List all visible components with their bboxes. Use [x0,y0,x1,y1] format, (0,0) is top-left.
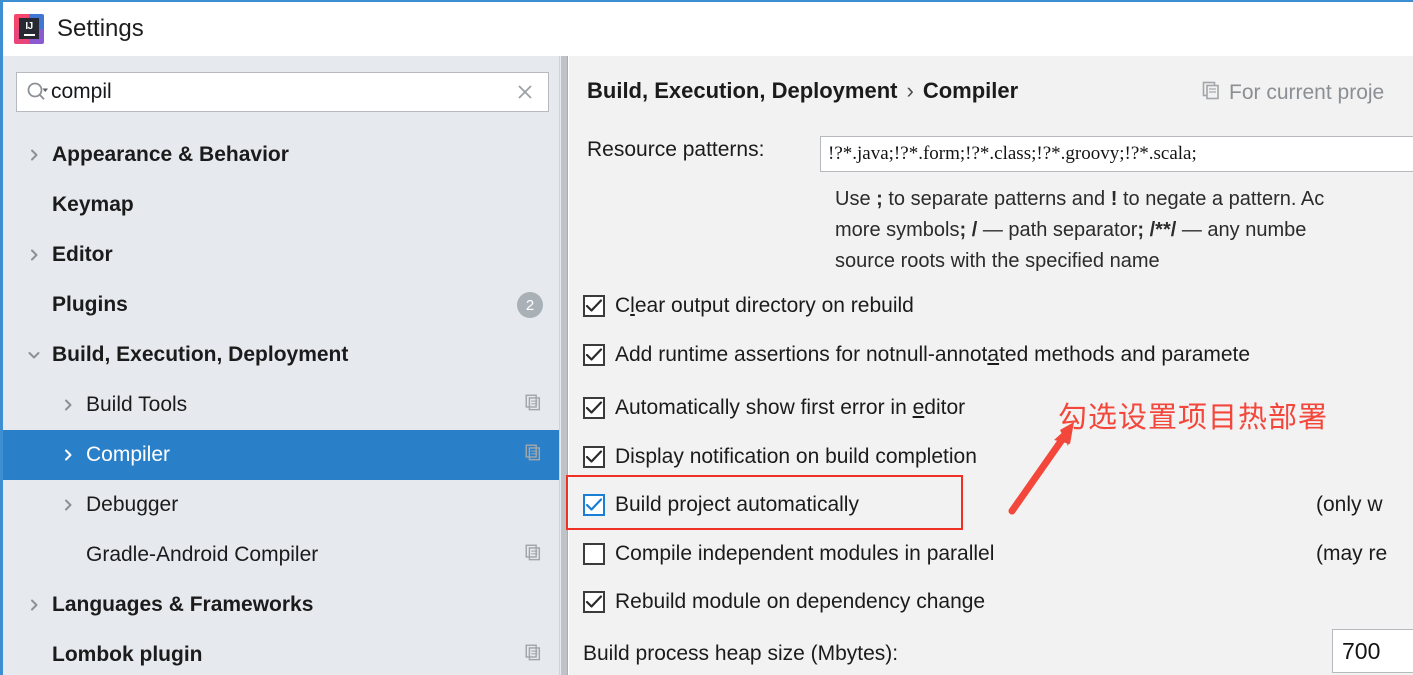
chevron-right-icon[interactable] [59,396,77,414]
chevron-right-icon[interactable] [59,446,77,464]
settings-tree: Appearance & Behavior Keymap Editor Plugins… [3,130,559,675]
heap-size-label: Build process heap size (Mbytes): [583,642,899,665]
copy-icon[interactable] [524,393,542,417]
panel-splitter[interactable] [559,56,568,675]
twisty-placeholder [25,296,43,314]
chevron-right-icon[interactable] [25,596,43,614]
for-current-project-label: For current proje [1201,80,1384,106]
checkbox-label: Rebuild module on dependency change [615,590,986,613]
sidebar-item-label: Build, Execution, Deployment [52,343,349,366]
sidebar-item-appearance-behavior[interactable]: Appearance & Behavior [3,130,559,180]
checkbox-checked-icon[interactable] [583,494,605,516]
sidebar-item-label: Editor [52,243,113,266]
checkbox-unchecked-icon[interactable] [583,543,605,565]
checkbox-label: Add runtime assertions for notnull-annot… [615,343,1251,366]
sidebar-item-label: Appearance & Behavior [52,143,289,166]
checkbox-checked-icon[interactable] [583,397,605,419]
checkbox-label: Automatically show first error in editor [615,396,966,419]
sidebar-item-lombok-plugin[interactable]: Lombok plugin [3,630,559,675]
resource-patterns-label: Resource patterns: [587,138,765,161]
checkbox-label: Compile independent modules in parallel [615,542,995,565]
heap-size-value: 700 [1342,637,1381,664]
settings-sidebar: compil Appearance & Behavior Keymap Editor… [3,56,559,675]
hint-line: more symbols; / — path separator; /**/ —… [835,219,1307,241]
sidebar-item-label: Lombok plugin [52,643,203,666]
checkbox-label: Display notification on build completion [615,445,977,468]
checkbox-build-project-automatically[interactable]: Build project automatically [583,493,859,517]
checkbox-checked-icon[interactable] [583,446,605,468]
checkbox-note: (may re [1316,542,1388,565]
checkbox-label: Build project automatically [615,493,859,516]
annotation-text: 勾选设置项目热部署 [1058,400,1329,434]
breadcrumb-root[interactable]: Build, Execution, Deployment [587,78,897,103]
checkbox-checked-icon[interactable] [583,295,605,317]
chevron-down-icon[interactable] [25,346,43,364]
logo-letters: IJ [25,20,33,32]
sidebar-item-keymap[interactable]: Keymap [3,180,559,230]
hint-line: Use ; to separate patterns and ! to nega… [835,188,1325,210]
checkbox-rebuild-module-on-dependency-change[interactable]: Rebuild module on dependency change [583,590,985,614]
settings-window: IJ Settings compil Appearance & Behavior… [0,0,1413,675]
sidebar-item-label: Languages & Frameworks [52,593,314,616]
checkbox-display-notification-on-build-completion[interactable]: Display notification on build completion [583,445,977,469]
sidebar-item-label: Keymap [52,193,134,216]
chevron-right-icon[interactable] [25,246,43,264]
checkbox-checked-icon[interactable] [583,344,605,366]
checkbox-note: (only w [1316,493,1383,516]
copy-icon[interactable] [524,643,542,667]
sidebar-item-badge: 2 [517,292,543,318]
twisty-placeholder [25,196,43,214]
sidebar-item-label: Gradle-Android Compiler [86,543,319,566]
window-title: Settings [57,15,144,42]
checkbox-automatically-show-first-error-in-editor[interactable]: Automatically show first error in editor [583,396,965,420]
checkbox-add-runtime-assertions-for-notnull-annot[interactable]: Add runtime assertions for notnull-annot… [583,343,1250,367]
sidebar-item-label: Debugger [86,493,179,516]
checkbox-label: Clear output directory on rebuild [615,294,914,317]
sidebar-item-gradle-android-compiler[interactable]: Gradle-Android Compiler [3,530,559,580]
twisty-placeholder [25,646,43,664]
resource-patterns-input[interactable]: !?*.java;!?*.form;!?*.class;!?*.groovy;!… [820,136,1413,172]
copy-icon[interactable] [524,543,542,567]
resource-patterns-hint: Use ; to separate patterns and ! to nega… [835,184,1413,277]
sidebar-item-languages-frameworks[interactable]: Languages & Frameworks [3,580,559,630]
sidebar-item-label: Plugins [52,293,128,316]
chevron-right-icon[interactable] [59,496,77,514]
sidebar-item-build-execution-deployment[interactable]: Build, Execution, Deployment [3,330,559,380]
copy-icon [1201,80,1221,106]
checkbox-compile-independent-modules-in-parallel[interactable]: Compile independent modules in parallel [583,542,994,566]
search-input[interactable]: compil [51,80,112,104]
title-bar: IJ Settings [3,2,1413,56]
checkbox-clear-output-directory-on-rebuild[interactable]: Clear output directory on rebuild [583,294,914,318]
resource-patterns-value: !?*.java;!?*.form;!?*.class;!?*.groovy;!… [828,143,1197,164]
sidebar-item-compiler[interactable]: Compiler [3,430,559,480]
compiler-settings-panel: Build, Execution, Deployment › Compiler Fo… [569,56,1413,675]
close-icon[interactable] [515,82,535,102]
twisty-placeholder [59,546,77,564]
chevron-right-icon[interactable] [25,146,43,164]
checkbox-checked-icon[interactable] [583,591,605,613]
sidebar-item-build-tools[interactable]: Build Tools [3,380,559,430]
heap-size-input[interactable]: 700 [1332,629,1413,673]
breadcrumb-leaf: Compiler [922,78,1019,103]
breadcrumb: Build, Execution, Deployment › Compiler [587,78,1018,104]
for-current-project-text: For current proje [1229,81,1385,104]
intellij-idea-logo-icon: IJ [14,14,44,44]
sidebar-item-editor[interactable]: Editor [3,230,559,280]
sidebar-item-label: Compiler [86,443,171,466]
copy-icon[interactable] [524,443,542,467]
search-icon[interactable] [26,81,50,103]
sidebar-item-label: Build Tools [86,393,188,416]
sidebar-item-debugger[interactable]: Debugger [3,480,559,530]
sidebar-item-plugins[interactable]: Plugins 2 [3,280,559,330]
hint-line: source roots with the specified name [835,250,1160,272]
breadcrumb-separator: › [906,78,914,103]
search-box[interactable]: compil [16,72,549,112]
